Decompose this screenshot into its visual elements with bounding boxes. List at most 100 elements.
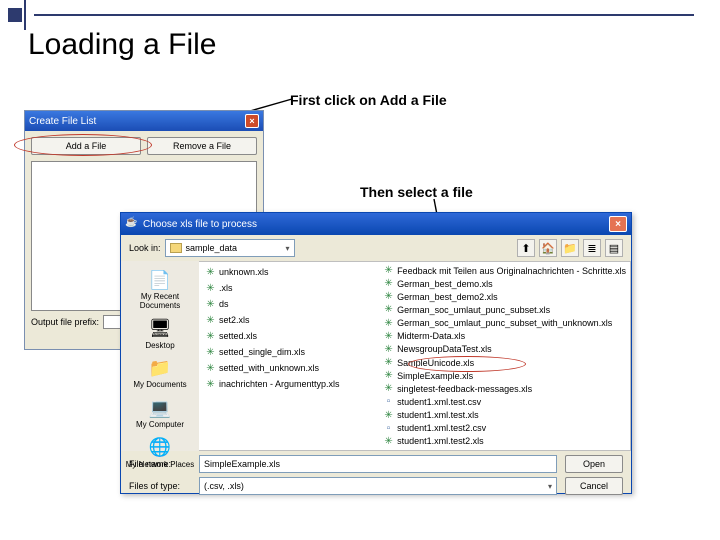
places-item[interactable]: 📄My Recent Documents — [125, 265, 195, 314]
file-item[interactable]: ✳ds — [203, 296, 381, 312]
excel-icon: ✳ — [383, 291, 394, 302]
file-name: German_soc_umlaut_punc_subset_with_unkno… — [397, 318, 612, 328]
place-icon: 🖥 — [148, 317, 172, 341]
file-item[interactable]: ✳SimpleExample.xls — [381, 369, 626, 382]
window2-titlebar: ☕ Choose xls file to process × — [121, 213, 631, 235]
look-in-select[interactable]: sample_data ▾ — [165, 239, 295, 257]
file-type-label: Files of type: — [129, 481, 191, 491]
excel-icon: ✳ — [383, 383, 394, 394]
file-item[interactable]: ✳set2.xls — [203, 312, 381, 328]
slide-title: Loading a File — [28, 28, 216, 62]
close-icon[interactable]: × — [245, 114, 259, 128]
decor-line-v — [24, 0, 26, 30]
file-item[interactable]: ✳setted.xls — [203, 328, 381, 344]
excel-icon: ✳ — [205, 267, 216, 278]
file-name: SimpleExample.xls — [397, 371, 473, 381]
file-item[interactable]: ✳NewsgroupDataTest.xls — [381, 343, 626, 356]
remove-file-button[interactable]: Remove a File — [147, 137, 257, 155]
file-item[interactable]: ✳inachrichten - Argumenttyp.xls — [203, 376, 381, 392]
excel-icon: ✳ — [205, 315, 216, 326]
file-type-select[interactable]: (.csv, .xls)▾ — [199, 477, 557, 495]
file-name: ds — [219, 299, 229, 309]
places-bar: 📄My Recent Documents🖥Desktop📁My Document… — [121, 261, 199, 451]
file-item[interactable]: ✳setted_single_dim.xls — [203, 344, 381, 360]
window1-titlebar: Create File List × — [25, 111, 263, 131]
java-icon: ☕ — [125, 217, 139, 231]
file-item[interactable]: ✳German_best_demo2.xls — [381, 290, 626, 303]
new-folder-icon[interactable]: 📁 — [561, 239, 579, 257]
file-item[interactable]: ✳German_best_demo.xls — [381, 277, 626, 290]
caption-step2: Then select a file — [360, 184, 473, 200]
file-name: singletest-feedback-messages.xls — [397, 384, 532, 394]
look-in-label: Look in: — [129, 243, 161, 253]
cancel-button[interactable]: Cancel — [565, 477, 623, 495]
home-icon[interactable]: 🏠 — [539, 239, 557, 257]
excel-icon: ✳ — [383, 344, 394, 355]
text-file-icon: ▫ — [383, 423, 394, 434]
file-item[interactable]: ✳setted_with_unknown.xls — [203, 360, 381, 376]
excel-icon: ✳ — [205, 347, 216, 358]
place-label: My Documents — [133, 381, 186, 390]
details-view-icon[interactable]: ▤ — [605, 239, 623, 257]
slide-bullet — [8, 8, 22, 22]
excel-icon: ✳ — [383, 370, 394, 381]
file-name: German_best_demo.xls — [397, 279, 493, 289]
file-name: German_soc_umlaut_punc_subset.xls — [397, 305, 550, 315]
file-item[interactable]: ✳.xls — [203, 280, 381, 296]
excel-icon: ✳ — [383, 278, 394, 289]
file-name: NewsgroupDataTest.xls — [397, 344, 492, 354]
file-name: SampleUnicode.xls — [397, 358, 474, 368]
file-chooser-window: ☕ Choose xls file to process × Look in: … — [120, 212, 632, 494]
file-name: Feedback mit Teilen aus Originalnachrich… — [397, 266, 626, 276]
output-prefix-label: Output file prefix: — [31, 317, 99, 327]
place-label: My Recent Documents — [125, 293, 195, 311]
add-file-button[interactable]: Add a File — [31, 137, 141, 155]
file-item[interactable]: ✳Feedback mit Teilen aus Originalnachric… — [381, 264, 626, 277]
excel-icon: ✳ — [205, 363, 216, 374]
places-item[interactable]: 💻My Computer — [125, 393, 195, 433]
file-list-pane[interactable]: ✳unknown.xls✳.xls✳ds✳set2.xls✳setted.xls… — [199, 261, 631, 451]
place-icon: 📁 — [148, 356, 172, 380]
file-name: Midterm-Data.xls — [397, 331, 465, 341]
excel-icon: ✳ — [383, 318, 394, 329]
chevron-down-icon: ▾ — [286, 244, 290, 253]
file-name: unknown.xls — [219, 267, 269, 277]
excel-icon: ✳ — [205, 283, 216, 294]
file-name: set2.xls — [219, 315, 250, 325]
place-label: My Computer — [136, 421, 184, 430]
open-button[interactable]: Open — [565, 455, 623, 473]
file-name: student1.xml.test.csv — [397, 397, 481, 407]
places-item[interactable]: 🖥Desktop — [125, 314, 195, 354]
file-name: German_best_demo2.xls — [397, 292, 498, 302]
place-label: Desktop — [145, 342, 174, 351]
decor-line-h — [34, 14, 694, 16]
file-name: student1.xml.test2.csv — [397, 423, 486, 433]
excel-icon: ✳ — [205, 331, 216, 342]
excel-icon: ✳ — [383, 265, 394, 276]
list-view-icon[interactable]: ≣ — [583, 239, 601, 257]
file-item[interactable]: ✳unknown.xls — [203, 264, 381, 280]
file-name-input[interactable]: SimpleExample.xls — [199, 455, 557, 473]
file-item[interactable]: ✳student1.xml.test.xls — [381, 409, 626, 422]
file-item[interactable]: ✳German_soc_umlaut_punc_subset_with_unkn… — [381, 317, 626, 330]
file-item[interactable]: ✳SampleUnicode.xls — [381, 356, 626, 369]
close-icon[interactable]: × — [609, 216, 627, 232]
file-item[interactable]: ▫student1.xml.test.csv — [381, 395, 626, 408]
excel-icon: ✳ — [383, 436, 394, 447]
up-folder-icon[interactable]: ⬆ — [517, 239, 535, 257]
excel-icon: ✳ — [383, 357, 394, 368]
excel-icon: ✳ — [205, 379, 216, 390]
file-name: student1.xml.test.xls — [397, 410, 479, 420]
file-name: student1.xml.test2.xls — [397, 436, 484, 446]
file-item[interactable]: ▫student1.xml.test2.csv — [381, 422, 626, 435]
chevron-down-icon: ▾ — [548, 482, 552, 491]
file-item[interactable]: ✳Midterm-Data.xls — [381, 330, 626, 343]
file-item[interactable]: ✳German_soc_umlaut_punc_subset.xls — [381, 303, 626, 316]
text-file-icon: ▫ — [383, 396, 394, 407]
file-name: setted_single_dim.xls — [219, 347, 305, 357]
file-item[interactable]: ✳student1.xml.test2.xls — [381, 435, 626, 448]
file-item[interactable]: ✳singletest-feedback-messages.xls — [381, 382, 626, 395]
file-name-label: File name: — [129, 459, 191, 469]
places-item[interactable]: 📁My Documents — [125, 353, 195, 393]
folder-icon — [170, 243, 182, 253]
